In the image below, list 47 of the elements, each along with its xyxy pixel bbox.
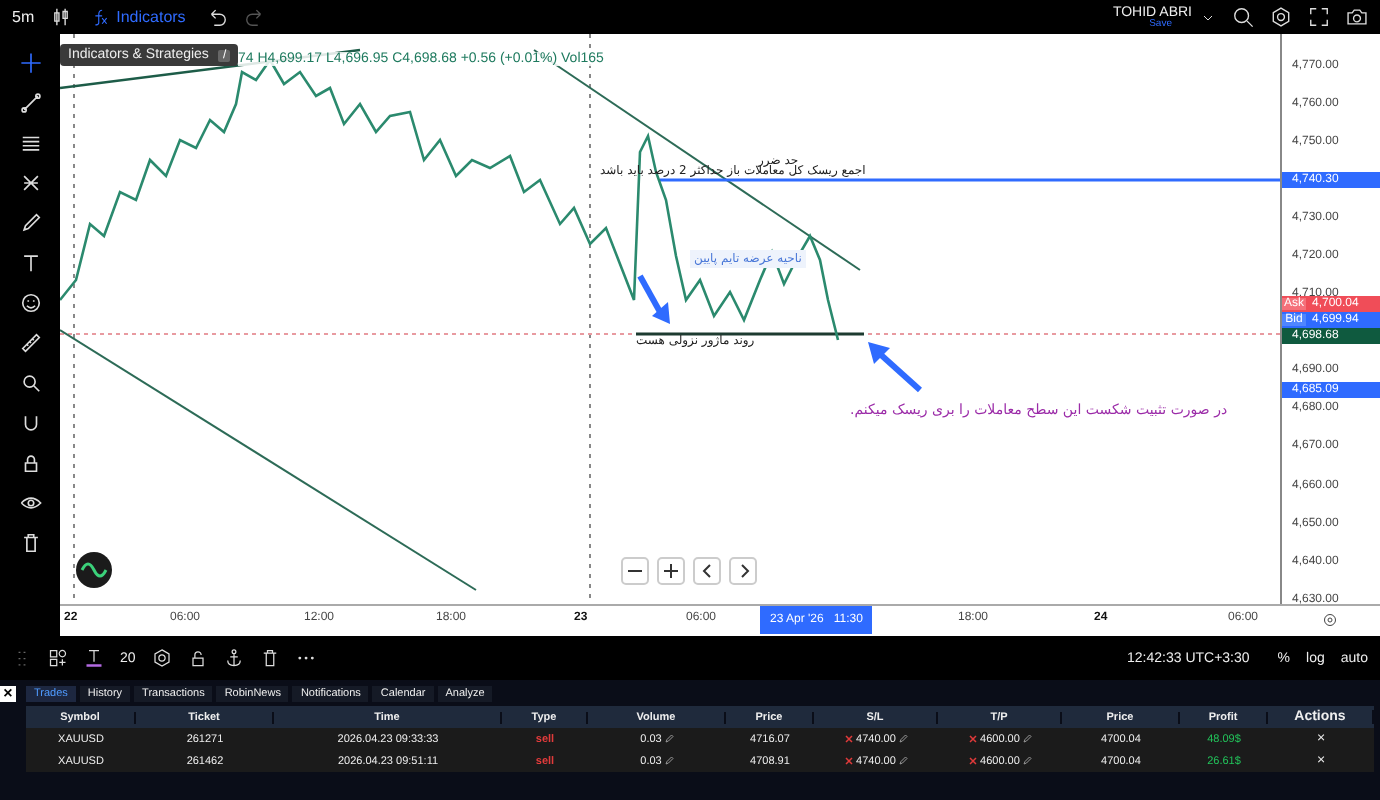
trash-icon[interactable] [259, 648, 280, 668]
cross-icon[interactable] [844, 756, 855, 766]
redo-icon[interactable] [243, 6, 266, 28]
camera-icon[interactable] [1346, 6, 1368, 28]
function-icon [92, 8, 111, 26]
eye-icon[interactable] [19, 492, 41, 514]
close-button[interactable]: × [0, 685, 16, 701]
smiley-icon[interactable] [19, 292, 41, 314]
pencil-icon[interactable] [663, 756, 674, 766]
zoom-out-button[interactable] [621, 557, 649, 585]
support-line[interactable] [636, 332, 864, 336]
lock-icon[interactable] [19, 452, 41, 474]
crosshair-icon[interactable] [19, 52, 41, 74]
pencil-icon[interactable] [1021, 756, 1032, 766]
indicators-button[interactable]: Indicators [88, 8, 190, 26]
pencil-icon[interactable] [897, 734, 908, 744]
arrow[interactable] [868, 342, 922, 393]
ruler-icon[interactable] [19, 332, 41, 354]
trash-icon[interactable] [19, 532, 41, 554]
fullscreen-icon[interactable] [1308, 6, 1330, 28]
pencil-icon[interactable] [1021, 734, 1032, 744]
nodes-icon[interactable] [19, 172, 41, 194]
horizontal-lines-icon[interactable] [19, 132, 41, 154]
zoom-in-button[interactable] [657, 557, 685, 585]
undo-icon[interactable] [205, 6, 228, 28]
candles-icon[interactable] [50, 6, 73, 28]
templates-icon[interactable] [48, 648, 68, 668]
search-icon[interactable] [1232, 6, 1254, 28]
anchor-icon[interactable] [223, 648, 244, 668]
pencil-icon[interactable] [663, 734, 674, 744]
pen-icon[interactable] [19, 212, 41, 234]
arrow[interactable] [637, 274, 670, 324]
zoom-icon[interactable] [19, 372, 41, 394]
logo-icon [76, 552, 112, 588]
pencil-icon[interactable] [897, 756, 908, 766]
interval-label[interactable]: 5m [12, 8, 35, 26]
scroll-right-button[interactable] [729, 557, 757, 585]
scroll-left-button[interactable] [693, 557, 721, 585]
text-color-icon[interactable] [84, 648, 104, 668]
cross-icon[interactable] [844, 734, 855, 744]
cross-icon[interactable] [968, 756, 979, 766]
cross-icon[interactable] [968, 734, 979, 744]
text-tool-icon[interactable] [19, 252, 41, 274]
line-tool-icon[interactable] [19, 92, 41, 114]
magnet-icon[interactable] [19, 412, 41, 434]
settings-icon[interactable] [1322, 612, 1338, 628]
unlock-icon[interactable] [187, 648, 208, 668]
